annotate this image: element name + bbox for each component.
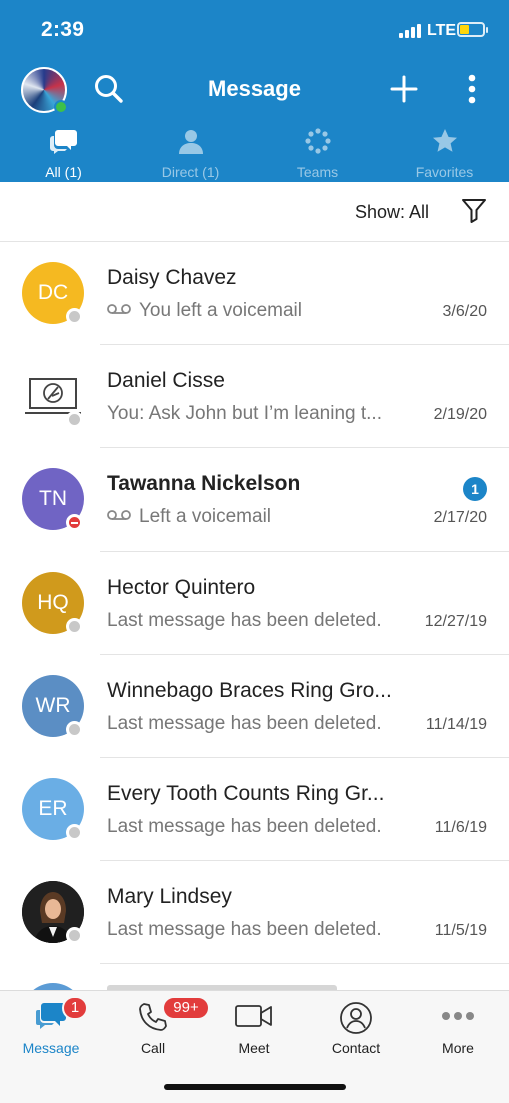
filter-button[interactable] <box>460 196 488 224</box>
signal-icon <box>399 24 423 38</box>
presence-offline-icon <box>66 824 83 841</box>
nav-contact[interactable]: Contact <box>305 991 407 1061</box>
tab-direct-label: Direct (1) <box>161 164 220 180</box>
nav-call-label: Call <box>140 1040 166 1056</box>
plus-icon <box>390 75 418 103</box>
message-date: 11/14/19 <box>425 716 487 733</box>
presence-offline-icon <box>66 308 83 325</box>
contact-name: Every Tooth Counts Ring Gr... <box>107 782 385 805</box>
nav-message[interactable]: 1 Message <box>0 991 102 1061</box>
message-preview: Last message has been deleted. <box>107 919 382 940</box>
voicemail-icon <box>107 304 131 315</box>
contact-name: Daisy Chavez <box>107 266 237 289</box>
tab-teams-label: Teams <box>296 164 339 180</box>
nav-meet[interactable]: Meet <box>203 991 305 1061</box>
preview-text: You left a voicemail <box>139 300 303 321</box>
message-preview: Last message has been deleted. <box>107 816 382 837</box>
conversation-row[interactable]: Mary Lindsey Last message has been delet… <box>0 861 509 964</box>
teams-dots-icon <box>304 128 331 154</box>
presence-dnd-icon <box>66 514 83 531</box>
more-dots-icon <box>442 1012 474 1020</box>
message-preview: You left a voicemail <box>107 300 302 322</box>
partially-visible-row[interactable] <box>0 963 509 991</box>
contact-name: Tawanna Nickelson <box>107 472 301 495</box>
status-time: 2:39 <box>41 18 85 41</box>
kebab-menu-icon <box>468 74 476 104</box>
presence-offline-icon <box>66 618 83 635</box>
app-header: 2:39 LTE Message All (1) Direct (1) Team… <box>0 0 509 182</box>
unread-badge: 1 <box>463 477 487 501</box>
more-options-button[interactable] <box>460 72 484 106</box>
page-title: Message <box>208 76 301 101</box>
home-indicator[interactable] <box>164 1084 346 1090</box>
nav-contact-label: Contact <box>331 1040 381 1056</box>
show-filter-label[interactable]: Show: All <box>355 202 429 223</box>
person-icon <box>178 130 203 154</box>
conversation-row[interactable]: ER Every Tooth Counts Ring Gr... Last me… <box>0 758 509 861</box>
nav-message-label: Message <box>22 1040 80 1056</box>
presence-offline-icon <box>66 411 83 428</box>
nav-more[interactable]: More <box>407 991 509 1061</box>
nav-more-label: More <box>442 1040 474 1056</box>
contact-name: Mary Lindsey <box>107 885 232 908</box>
voicemail-icon <box>107 510 131 521</box>
message-date: 11/6/19 <box>434 819 487 836</box>
contact-icon <box>340 1002 372 1034</box>
message-date: 12/27/19 <box>424 613 487 630</box>
contact-name: Daniel Cisse <box>107 369 225 392</box>
conversation-row[interactable]: HQ Hector Quintero Last message has been… <box>0 552 509 655</box>
preview-text: Left a voicemail <box>139 506 272 527</box>
chat-bubbles-icon <box>49 130 77 154</box>
message-preview: Last message has been deleted. <box>107 713 382 734</box>
video-camera-icon <box>235 1005 272 1027</box>
message-date: 2/17/20 <box>433 509 487 526</box>
conversation-row[interactable]: WR Winnebago Braces Ring Gro... Last mes… <box>0 655 509 758</box>
presence-offline-icon <box>66 721 83 738</box>
message-preview: Left a voicemail <box>107 506 271 528</box>
star-icon <box>432 129 457 152</box>
message-badge: 1 <box>62 996 88 1020</box>
network-label: LTE <box>427 22 457 39</box>
nav-call[interactable]: 99+ Call <box>102 991 210 1061</box>
tab-favorites[interactable]: Favorites <box>381 124 508 182</box>
presence-online-icon <box>54 100 68 114</box>
filter-bar: Show: All <box>0 182 509 242</box>
message-date: 11/5/19 <box>434 922 487 939</box>
conversation-row[interactable]: Daniel Cisse You: Ask John but I’m leani… <box>0 345 509 448</box>
message-preview: Last message has been deleted. <box>107 610 382 631</box>
filter-funnel-icon <box>462 199 486 223</box>
contact-name: Hector Quintero <box>107 576 256 599</box>
tab-direct[interactable]: Direct (1) <box>127 124 254 182</box>
tab-all-label: All (1) <box>45 164 82 180</box>
conversation-row[interactable]: DC Daisy Chavez You left a voicemail 3/6… <box>0 242 509 345</box>
message-date: 3/6/20 <box>442 303 487 320</box>
presence-offline-icon <box>66 927 83 944</box>
battery-icon <box>457 22 488 37</box>
message-preview: You: Ask John but I’m leaning t... <box>107 403 382 424</box>
tab-teams[interactable]: Teams <box>254 124 381 182</box>
conversation-row[interactable]: TN Tawanna Nickelson 1 Left a voicemail … <box>0 448 509 552</box>
message-date: 2/19/20 <box>433 406 487 423</box>
tab-all[interactable]: All (1) <box>0 124 127 182</box>
status-bar: 2:39 LTE <box>0 0 509 62</box>
nav-meet-label: Meet <box>238 1040 270 1056</box>
new-message-button[interactable] <box>386 70 422 108</box>
contact-name: Winnebago Braces Ring Gro... <box>107 679 392 702</box>
tab-favorites-label: Favorites <box>415 164 474 180</box>
